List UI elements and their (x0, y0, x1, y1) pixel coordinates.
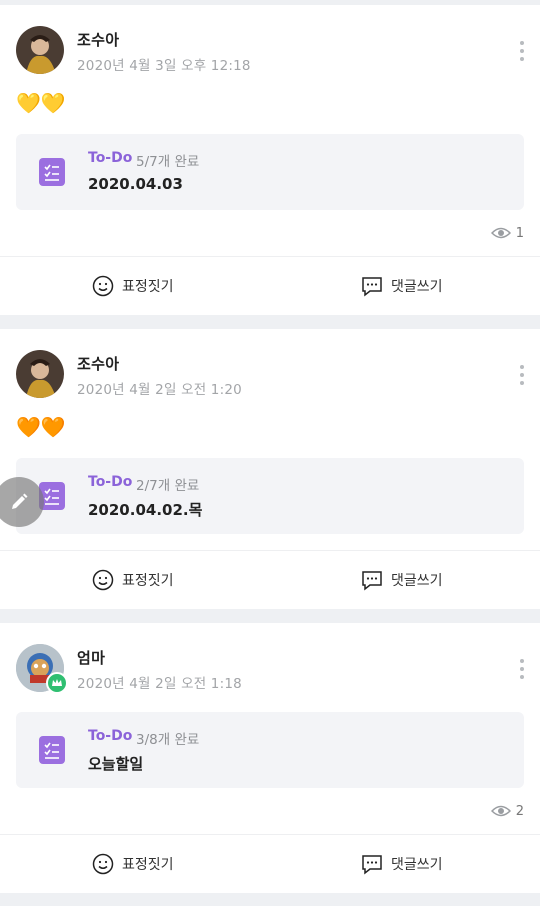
todo-progress: 5/7개 완료 (136, 154, 200, 170)
todo-list-icon (39, 736, 65, 764)
todo-progress: 2/7개 완료 (136, 478, 200, 494)
comment-button[interactable]: 댓글쓰기 (361, 551, 443, 609)
todo-title: 오늘할일 (88, 755, 144, 773)
more-options-icon[interactable] (518, 41, 526, 61)
reaction-button[interactable]: 표정짓기 (92, 551, 174, 609)
eye-icon (490, 227, 511, 239)
comment-icon (362, 277, 382, 297)
view-count-number: 1 (515, 225, 524, 241)
view-count-number: 2 (515, 803, 524, 819)
post-card: 조수아 2020년 4월 3일 오후 12:18 💛💛 To-Do 5/7개 완… (0, 5, 540, 315)
smile-icon (92, 853, 114, 875)
comment-button[interactable]: 댓글쓰기 (361, 257, 443, 315)
todo-title: 2020.04.03 (88, 175, 183, 193)
todo-label: To-Do (88, 150, 133, 166)
todo-title: 2020.04.02.목 (88, 501, 203, 519)
smile-icon (92, 569, 114, 591)
todo-label: To-Do (88, 728, 133, 744)
view-count: 2 (490, 801, 524, 821)
post-text: 💛💛 (16, 91, 66, 115)
eye-icon (490, 805, 511, 817)
post-action-bar: 표정짓기 댓글쓰기 (0, 256, 540, 315)
comment-icon (362, 571, 382, 591)
todo-list-icon (39, 158, 65, 186)
comment-icon (362, 855, 382, 875)
post-action-bar: 표정짓기 댓글쓰기 (0, 550, 540, 609)
avatar[interactable] (16, 26, 64, 74)
avatar[interactable] (16, 644, 68, 694)
comment-button[interactable]: 댓글쓰기 (361, 835, 443, 893)
todo-progress: 3/8개 완료 (136, 732, 200, 748)
todo-card[interactable]: To-Do 5/7개 완료 2020.04.03 (16, 134, 524, 210)
reaction-button[interactable]: 표정짓기 (92, 257, 174, 315)
todo-card[interactable]: To-Do 2/7개 완료 2020.04.02.목 (16, 458, 524, 534)
more-options-icon[interactable] (518, 659, 526, 679)
smile-icon (92, 275, 114, 297)
avatar[interactable] (16, 350, 64, 398)
post-timestamp: 2020년 4월 2일 오전 1:20 (77, 382, 242, 398)
post-card: 엄마 2020년 4월 2일 오전 1:18 To-Do 3/8개 완료 오늘할… (0, 623, 540, 893)
post-timestamp: 2020년 4월 3일 오후 12:18 (77, 58, 251, 74)
post-text: 🧡🧡 (16, 415, 66, 439)
todo-label: To-Do (88, 474, 133, 490)
comment-label: 댓글쓰기 (391, 857, 443, 873)
author-name[interactable]: 조수아 (77, 29, 119, 50)
view-count: 1 (490, 223, 524, 243)
reaction-label: 표정짓기 (122, 857, 174, 873)
author-name[interactable]: 엄마 (77, 647, 105, 668)
comment-label: 댓글쓰기 (391, 573, 443, 589)
post-card: 조수아 2020년 4월 2일 오전 1:20 🧡🧡 To-Do 2/7개 완료… (0, 329, 540, 609)
post-timestamp: 2020년 4월 2일 오전 1:18 (77, 676, 242, 692)
reaction-label: 표정짓기 (122, 279, 174, 295)
post-header: 조수아 2020년 4월 3일 오후 12:18 (0, 5, 540, 75)
comment-label: 댓글쓰기 (391, 279, 443, 295)
post-header: 엄마 2020년 4월 2일 오전 1:18 (0, 623, 540, 694)
todo-card[interactable]: To-Do 3/8개 완료 오늘할일 (16, 712, 524, 788)
reaction-button[interactable]: 표정짓기 (92, 835, 174, 893)
author-name[interactable]: 조수아 (77, 353, 119, 374)
post-header: 조수아 2020년 4월 2일 오전 1:20 (0, 329, 540, 399)
reaction-label: 표정짓기 (122, 573, 174, 589)
pencil-icon (12, 493, 28, 509)
crown-icon (46, 672, 68, 694)
post-action-bar: 표정짓기 댓글쓰기 (0, 834, 540, 893)
more-options-icon[interactable] (518, 365, 526, 385)
